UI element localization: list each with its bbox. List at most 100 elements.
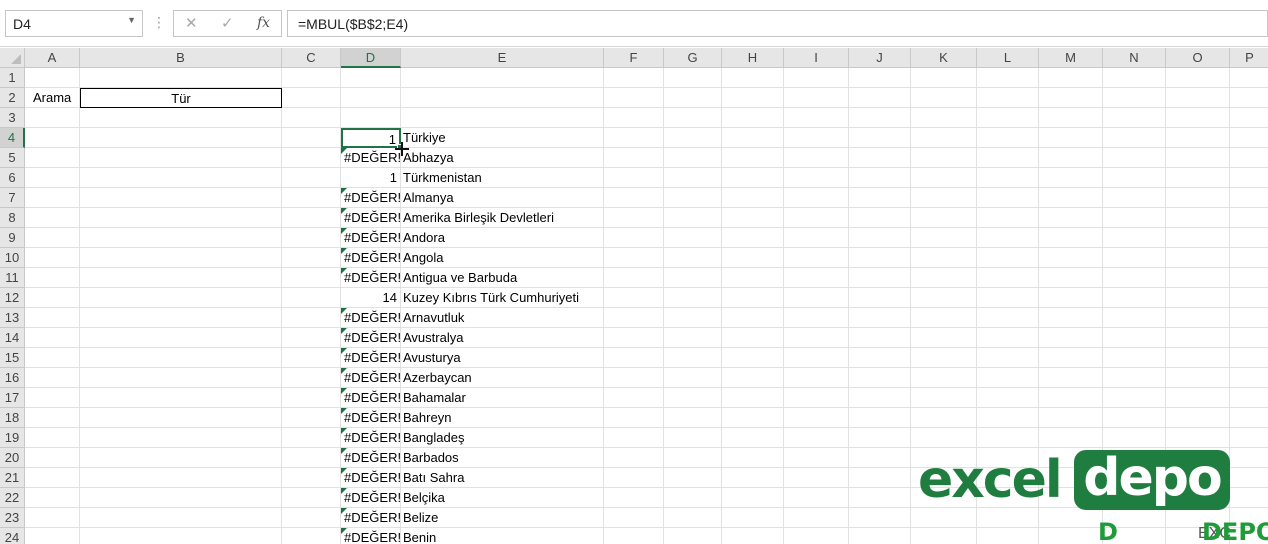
cell-g21[interactable] <box>664 468 722 488</box>
cell-k2[interactable] <box>911 88 977 108</box>
cell-j15[interactable] <box>849 348 911 368</box>
cell-n11[interactable] <box>1103 268 1166 288</box>
cell-h22[interactable] <box>722 488 784 508</box>
cell-b15[interactable] <box>80 348 282 368</box>
cell-i19[interactable] <box>784 428 849 448</box>
cell-b10[interactable] <box>80 248 282 268</box>
cell-m17[interactable] <box>1039 388 1103 408</box>
cell-e3[interactable] <box>401 108 604 128</box>
cell-e10[interactable]: Angola <box>401 248 604 268</box>
row-header-24[interactable]: 24 <box>0 528 25 544</box>
cell-n18[interactable] <box>1103 408 1166 428</box>
cell-c8[interactable] <box>282 208 341 228</box>
cell-p14[interactable] <box>1230 328 1268 348</box>
cell-d6[interactable]: 1 <box>341 168 401 188</box>
cell-i3[interactable] <box>784 108 849 128</box>
cell-l8[interactable] <box>977 208 1039 228</box>
cell-f5[interactable] <box>604 148 664 168</box>
cell-i10[interactable] <box>784 248 849 268</box>
col-header-p[interactable]: P <box>1230 48 1268 68</box>
error-indicator-icon[interactable] <box>341 308 347 314</box>
cell-e9[interactable]: Andora <box>401 228 604 248</box>
row-header-23[interactable]: 23 <box>0 508 25 528</box>
cell-m5[interactable] <box>1039 148 1103 168</box>
cell-i18[interactable] <box>784 408 849 428</box>
cell-b7[interactable] <box>80 188 282 208</box>
cell-e20[interactable]: Barbados <box>401 448 604 468</box>
cell-c6[interactable] <box>282 168 341 188</box>
cell-c14[interactable] <box>282 328 341 348</box>
cell-n15[interactable] <box>1103 348 1166 368</box>
cell-i13[interactable] <box>784 308 849 328</box>
cell-a3[interactable] <box>25 108 80 128</box>
cell-p16[interactable] <box>1230 368 1268 388</box>
cell-f8[interactable] <box>604 208 664 228</box>
cell-l13[interactable] <box>977 308 1039 328</box>
cell-j7[interactable] <box>849 188 911 208</box>
cell-o16[interactable] <box>1166 368 1230 388</box>
cell-g18[interactable] <box>664 408 722 428</box>
cell-m9[interactable] <box>1039 228 1103 248</box>
cell-p5[interactable] <box>1230 148 1268 168</box>
cell-h21[interactable] <box>722 468 784 488</box>
cell-b1[interactable] <box>80 68 282 88</box>
col-header-l[interactable]: L <box>977 48 1039 68</box>
cell-l4[interactable] <box>977 128 1039 148</box>
cell-k10[interactable] <box>911 248 977 268</box>
cell-b2[interactable]: Tür <box>80 88 282 108</box>
cell-g11[interactable] <box>664 268 722 288</box>
cell-o7[interactable] <box>1166 188 1230 208</box>
cell-o5[interactable] <box>1166 148 1230 168</box>
row-header-9[interactable]: 9 <box>0 228 25 248</box>
cell-a13[interactable] <box>25 308 80 328</box>
cell-m6[interactable] <box>1039 168 1103 188</box>
cell-b20[interactable] <box>80 448 282 468</box>
cell-c20[interactable] <box>282 448 341 468</box>
cell-l23[interactable] <box>977 508 1039 528</box>
cell-o12[interactable] <box>1166 288 1230 308</box>
cell-f14[interactable] <box>604 328 664 348</box>
error-indicator-icon[interactable] <box>341 328 347 334</box>
cell-n8[interactable] <box>1103 208 1166 228</box>
cell-f11[interactable] <box>604 268 664 288</box>
cell-e12[interactable]: Kuzey Kıbrıs Türk Cumhuriyeti <box>401 288 604 308</box>
cell-p1[interactable] <box>1230 68 1268 88</box>
cell-o19[interactable] <box>1166 428 1230 448</box>
cell-c13[interactable] <box>282 308 341 328</box>
cell-c21[interactable] <box>282 468 341 488</box>
cell-g15[interactable] <box>664 348 722 368</box>
cell-k16[interactable] <box>911 368 977 388</box>
cell-g17[interactable] <box>664 388 722 408</box>
cell-c15[interactable] <box>282 348 341 368</box>
cell-k11[interactable] <box>911 268 977 288</box>
cell-p21[interactable] <box>1230 468 1268 488</box>
cell-k4[interactable] <box>911 128 977 148</box>
cell-m7[interactable] <box>1039 188 1103 208</box>
cell-n17[interactable] <box>1103 388 1166 408</box>
cell-j22[interactable] <box>849 488 911 508</box>
cell-c10[interactable] <box>282 248 341 268</box>
cell-k14[interactable] <box>911 328 977 348</box>
cell-c9[interactable] <box>282 228 341 248</box>
cell-k5[interactable] <box>911 148 977 168</box>
cell-b9[interactable] <box>80 228 282 248</box>
insert-function-icon[interactable]: fx <box>257 15 270 31</box>
cell-g23[interactable] <box>664 508 722 528</box>
cell-a4[interactable] <box>25 128 80 148</box>
cell-i22[interactable] <box>784 488 849 508</box>
cell-d17[interactable]: #DEĞER! <box>341 388 401 408</box>
cell-m23[interactable] <box>1039 508 1103 528</box>
cell-k23[interactable] <box>911 508 977 528</box>
cell-h2[interactable] <box>722 88 784 108</box>
row-header-4[interactable]: 4 <box>0 128 25 148</box>
cell-h4[interactable] <box>722 128 784 148</box>
cell-p22[interactable] <box>1230 488 1268 508</box>
error-indicator-icon[interactable] <box>341 508 347 514</box>
cell-d22[interactable]: #DEĞER! <box>341 488 401 508</box>
cell-f21[interactable] <box>604 468 664 488</box>
col-header-b[interactable]: B <box>80 48 282 68</box>
error-indicator-icon[interactable] <box>341 148 347 154</box>
cell-o9[interactable] <box>1166 228 1230 248</box>
cell-a7[interactable] <box>25 188 80 208</box>
cell-f19[interactable] <box>604 428 664 448</box>
